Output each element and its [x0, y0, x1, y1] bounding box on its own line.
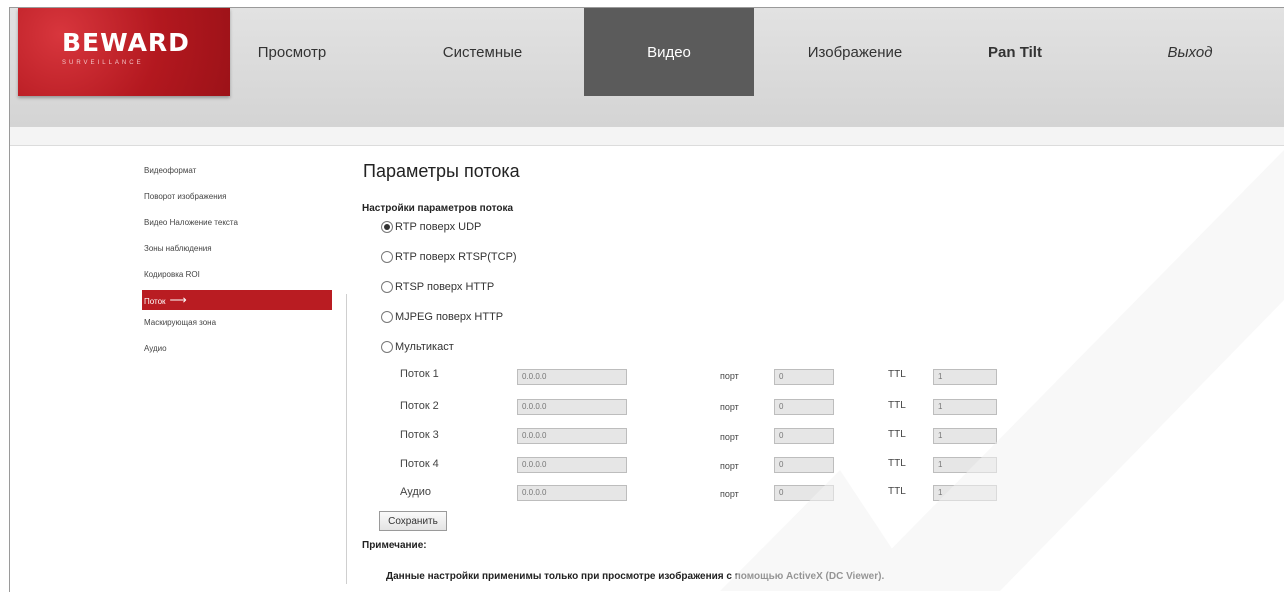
radio-label: MJPEG поверх HTTP	[395, 311, 504, 323]
stream-port-input[interactable]: 0	[774, 485, 834, 501]
ttl-label: TTL	[888, 400, 906, 411]
stream-port-input[interactable]: 0	[774, 457, 834, 473]
radio-multicast[interactable]: Мультикаст	[381, 341, 454, 353]
radio-label: RTSP поверх HTTP	[395, 281, 495, 293]
port-label: порт	[720, 461, 739, 471]
ttl-label: TTL	[888, 458, 906, 469]
port-label: порт	[720, 402, 739, 412]
stream-address-input[interactable]: 0.0.0.0	[517, 399, 627, 415]
port-label: порт	[720, 371, 739, 381]
stream-label: Поток 1	[400, 368, 439, 380]
sidebar: Видеоформат Поворот изображения Видео На…	[142, 164, 342, 368]
logo-subtext: SURVEILLANCE	[62, 60, 144, 66]
sidebar-item-audio[interactable]: Аудио	[142, 342, 342, 368]
port-label: порт	[720, 432, 739, 442]
header-subbar	[10, 127, 1284, 146]
radio-rtp-udp[interactable]: RTP поверх UDP	[381, 221, 481, 233]
arrow-right-icon: ⟶	[169, 293, 187, 307]
section-subtitle: Настройки параметров потока	[362, 203, 514, 214]
note-text: Данные настройки применимы только при пр…	[386, 571, 885, 582]
radio-icon[interactable]	[381, 341, 393, 353]
radio-label: RTP поверх UDP	[395, 221, 482, 233]
nav-label: Просмотр	[257, 43, 327, 61]
stream-ttl-input[interactable]: 1	[933, 457, 997, 473]
nav-label: Изображение	[807, 43, 903, 61]
stream-address-input[interactable]: 0.0.0.0	[517, 457, 627, 473]
nav-sistemnye[interactable]: Системные	[410, 8, 555, 96]
save-button[interactable]: Сохранить	[379, 511, 447, 531]
radio-checked-icon[interactable]	[381, 221, 393, 233]
nav-logout[interactable]: Выход	[1135, 8, 1245, 96]
nav-video[interactable]: Видео	[584, 8, 754, 96]
sidebar-item-rotation[interactable]: Поворот изображения	[142, 190, 342, 216]
sidebar-item-videoformat[interactable]: Видеоформат	[142, 164, 342, 190]
radio-icon[interactable]	[381, 311, 393, 323]
ttl-label: TTL	[888, 486, 906, 497]
sidebar-divider	[346, 294, 347, 584]
stream-label: Поток 3	[400, 429, 439, 441]
ttl-label: TTL	[888, 369, 906, 380]
stream-ttl-input[interactable]: 1	[933, 369, 997, 385]
port-label: порт	[720, 489, 739, 499]
nav-label: Системные	[442, 43, 523, 61]
stream-port-input[interactable]: 0	[774, 369, 834, 385]
ttl-label: TTL	[888, 429, 906, 440]
radio-label: RTP поверх RTSP(TCP)	[395, 251, 517, 263]
nav-label: Видео	[647, 43, 691, 61]
nav-prosmotr[interactable]: Просмотр	[232, 8, 352, 96]
nav-label: Pan Tilt	[988, 43, 1042, 61]
sidebar-item-zones[interactable]: Зоны наблюдения	[142, 242, 342, 268]
nav-izobrazhenie[interactable]: Изображение	[780, 8, 930, 96]
sidebar-item-mask[interactable]: Маскирующая зона	[142, 316, 342, 342]
radio-mjpeg-http[interactable]: MJPEG поверх HTTP	[381, 311, 503, 323]
stream-label: Поток 4	[400, 458, 439, 470]
stream-port-input[interactable]: 0	[774, 428, 834, 444]
sidebar-item-stream[interactable]: Поток ⟶	[142, 290, 332, 310]
note-title: Примечание:	[362, 540, 427, 551]
sidebar-item-label: Поток	[144, 297, 166, 306]
stream-ttl-input[interactable]: 1	[933, 399, 997, 415]
sidebar-item-text-overlay[interactable]: Видео Наложение текста	[142, 216, 342, 242]
stream-address-input[interactable]: 0.0.0.0	[517, 485, 627, 501]
page-title: Параметры потока	[363, 161, 520, 181]
nav-label: Выход	[1167, 43, 1213, 61]
radio-icon[interactable]	[381, 281, 393, 293]
radio-rtp-rtsp[interactable]: RTP поверх RTSP(TCP)	[381, 251, 517, 263]
nav-pan-tilt[interactable]: Pan Tilt	[950, 8, 1080, 96]
stream-ttl-input[interactable]: 1	[933, 485, 997, 501]
stream-ttl-input[interactable]: 1	[933, 428, 997, 444]
radio-icon[interactable]	[381, 251, 393, 263]
stream-label: Поток 2	[400, 400, 439, 412]
stream-address-input[interactable]: 0.0.0.0	[517, 369, 627, 385]
beward-logo[interactable]: BEWARD SURVEILLANCE	[18, 8, 230, 96]
logo-text: BEWARD	[62, 28, 190, 57]
radio-rtsp-http[interactable]: RTSP поверх HTTP	[381, 281, 494, 293]
stream-label: Аудио	[400, 486, 432, 498]
stream-address-input[interactable]: 0.0.0.0	[517, 428, 627, 444]
radio-label: Мультикаст	[395, 341, 454, 353]
stream-port-input[interactable]: 0	[774, 399, 834, 415]
